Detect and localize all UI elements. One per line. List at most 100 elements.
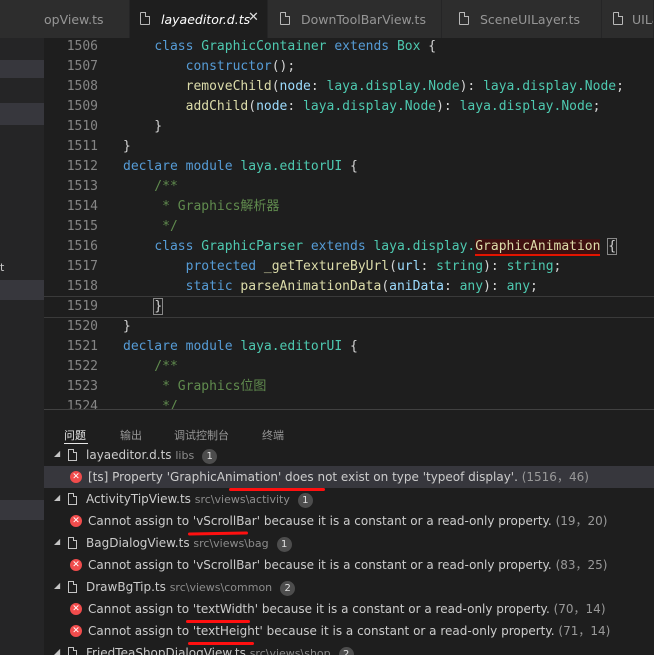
code-text: protected _getTextureByUrl(url: string):…	[185, 259, 562, 274]
problem-item[interactable]: ✕ Cannot assign to 'textHeight' because i…	[44, 620, 654, 642]
problems-panel: 问题 输出 调试控制台 终端 ◢ layaeditor.d.ts libs 1 ✕ [t…	[44, 409, 654, 655]
sidebar-item-selected[interactable]	[0, 103, 44, 125]
chevron-down-icon[interactable]: ◢	[54, 449, 60, 459]
tab-problems[interactable]: 问题	[64, 427, 86, 443]
code-text: addChild(node: laya.display.Node): laya.…	[185, 99, 601, 114]
code-line[interactable]: 1506 class GraphicContainer extends Box …	[44, 38, 654, 57]
code-line[interactable]: 1516 class GraphicParser extends laya.di…	[44, 237, 654, 257]
problem-file-path: libs	[175, 449, 195, 462]
problem-count-badge: 1	[276, 537, 292, 552]
problem-file-group[interactable]: ◢ DrawBgTip.ts src\views\common 2	[44, 576, 654, 598]
problem-file-name: ActivityTipView.ts src\views\activity 1	[86, 488, 313, 511]
line-number: 1514	[66, 199, 98, 214]
red-annotation-underline	[186, 620, 250, 623]
problem-item[interactable]: ✕ Cannot assign to 'vScrollBar' because i…	[44, 554, 654, 576]
line-number: 1510	[66, 119, 98, 134]
problem-location: (1516，46)	[521, 470, 589, 484]
file-icon	[280, 12, 290, 25]
problem-count-badge: 2	[338, 647, 354, 655]
code-text: }	[123, 119, 163, 134]
line-number: 1524	[66, 399, 98, 409]
code-line[interactable]: 1510 }	[44, 117, 654, 137]
line-number: 1513	[66, 179, 98, 194]
sidebar-item-selected[interactable]	[0, 280, 44, 300]
sidebar-item-selected[interactable]	[0, 500, 44, 520]
problem-file-group[interactable]: ◢ BagDialogView.ts src\views\bag 1	[44, 532, 654, 554]
code-line[interactable]: 1514 * Graphics解析器	[44, 197, 654, 217]
problem-item[interactable]: ✕ [ts] Property 'GraphicAnimation' does n…	[44, 466, 654, 488]
chevron-down-icon[interactable]: ◢	[54, 647, 60, 655]
tab-uila[interactable]: UILa	[602, 0, 654, 38]
code-text: class GraphicParser extends laya.display…	[154, 238, 618, 256]
problem-file-name: layaeditor.d.ts libs 1	[86, 444, 218, 467]
vscode-window: t opView.ts layaeditor.d.ts ✕ DownToolBa…	[0, 0, 654, 655]
problem-file-group[interactable]: ◢ FriedTeaShopDialogView.ts src\views\sho…	[44, 642, 654, 655]
line-number: 1523	[66, 379, 98, 394]
code-line[interactable]: 1524 */	[44, 397, 654, 409]
error-icon: ✕	[70, 603, 82, 615]
tab-label: opView.ts	[44, 12, 104, 27]
line-number: 1519	[66, 299, 98, 314]
code-text: class GraphicContainer extends Box {	[154, 39, 437, 54]
code-line[interactable]: 1521 declare module laya.editorUI {	[44, 337, 654, 357]
code-line[interactable]: 1523 * Graphics位图	[44, 377, 654, 397]
problem-file-group[interactable]: ◢ ActivityTipView.ts src\views\activity 1	[44, 488, 654, 510]
tab-downtoolbarview[interactable]: DownToolBarView.ts	[268, 0, 442, 38]
tab-label: SceneUILayer.ts	[480, 12, 581, 27]
error-icon: ✕	[70, 471, 82, 483]
code-line[interactable]: 1520}	[44, 317, 654, 337]
tab-label: DownToolBarView.ts	[301, 12, 426, 27]
error-icon: ✕	[70, 625, 82, 637]
problem-count-badge: 1	[297, 493, 313, 508]
error-icon: ✕	[70, 559, 82, 571]
problem-file-path: src\views\activity	[194, 493, 290, 506]
code-text: /**	[123, 359, 178, 374]
problem-file-path: src\views\common	[169, 581, 273, 594]
code-line[interactable]: 1508 removeChild(node: laya.display.Node…	[44, 77, 654, 97]
file-icon	[68, 449, 77, 461]
code-line[interactable]: 1518 static parseAnimationData(aniData: …	[44, 277, 654, 297]
line-number: 1508	[66, 79, 98, 94]
problem-file-group[interactable]: ◢ layaeditor.d.ts libs 1	[44, 444, 654, 466]
sidebar-item[interactable]: t	[0, 258, 44, 278]
code-line[interactable]: 1519 }	[44, 296, 654, 318]
problem-location: (19，20)	[555, 514, 608, 528]
line-number: 1512	[66, 159, 98, 174]
problem-count-badge: 2	[280, 581, 296, 596]
code-line[interactable]: 1512 declare module laya.editorUI {	[44, 157, 654, 177]
tab-terminal[interactable]: 终端	[262, 427, 284, 443]
code-line[interactable]: 1509 addChild(node: laya.display.Node): …	[44, 97, 654, 117]
code-text: */	[123, 219, 178, 234]
chevron-down-icon[interactable]: ◢	[54, 493, 60, 503]
problem-message: Cannot assign to 'textWidth' because it …	[88, 602, 606, 616]
problem-file-path: src\views\shop	[249, 647, 331, 655]
file-icon	[140, 12, 150, 25]
close-icon[interactable]: ✕	[248, 10, 259, 25]
code-editor[interactable]: 1506 class GraphicContainer extends Box …	[44, 38, 654, 409]
sidebar-item[interactable]	[0, 60, 44, 78]
problem-location: (70，14)	[553, 602, 606, 616]
code-line[interactable]: 1513 /**	[44, 177, 654, 197]
file-icon	[68, 581, 77, 593]
problem-item[interactable]: ✕ Cannot assign to 'vScrollBar' because i…	[44, 510, 654, 532]
tab-sceneuilayer[interactable]: SceneUILayer.ts	[442, 0, 602, 38]
tab-debug-console[interactable]: 调试控制台	[174, 427, 229, 443]
line-number: 1518	[66, 279, 98, 294]
code-line[interactable]: 1515 */	[44, 217, 654, 237]
code-line[interactable]: 1517 protected _getTextureByUrl(url: str…	[44, 257, 654, 277]
file-icon	[68, 537, 77, 549]
problem-item[interactable]: ✕ Cannot assign to 'textWidth' because it…	[44, 598, 654, 620]
code-line[interactable]: 1522 /**	[44, 357, 654, 377]
code-line[interactable]: 1511}	[44, 137, 654, 157]
file-icon	[613, 12, 623, 25]
chevron-down-icon[interactable]: ◢	[54, 581, 60, 591]
line-number: 1522	[66, 359, 98, 374]
tab-opview[interactable]: opView.ts	[0, 0, 130, 38]
chevron-down-icon[interactable]: ◢	[54, 537, 60, 547]
code-line[interactable]: 1507 constructor();	[44, 57, 654, 77]
code-text: /**	[123, 179, 178, 194]
tab-output[interactable]: 输出	[120, 427, 142, 443]
line-number: 1517	[66, 259, 98, 274]
sidebar-item-label: t	[0, 261, 5, 274]
tab-layaeditor[interactable]: layaeditor.d.ts ✕	[130, 0, 268, 38]
